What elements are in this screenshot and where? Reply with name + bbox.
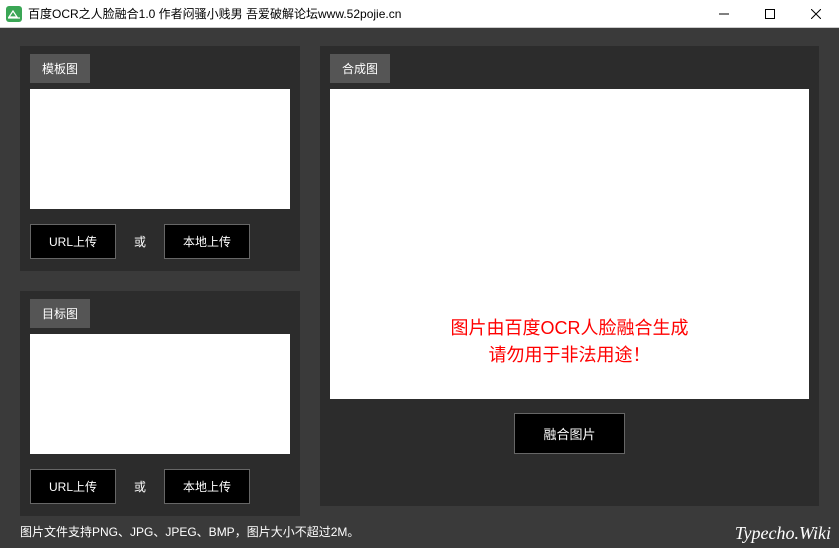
window-titlebar: 百度OCR之人脸融合1.0 作者闷骚小贱男 吾爱破解论坛www.52pojie.… [0,0,839,28]
left-column: 模板图 URL上传 或 本地上传 目标图 URL上传 或 本地上传 [20,46,300,506]
template-preview [30,89,290,209]
watermark: Typecho.Wiki [735,523,831,544]
minimize-button[interactable] [701,0,747,28]
result-text-line2: 请勿用于非法用途！ [489,342,651,369]
window-title: 百度OCR之人脸融合1.0 作者闷骚小贱男 吾爱破解论坛www.52pojie.… [28,5,701,22]
target-preview [30,334,290,454]
template-local-upload-button[interactable]: 本地上传 [164,224,250,259]
close-button[interactable] [793,0,839,28]
result-preview: 图片由百度OCR人脸融合生成 请勿用于非法用途！ [330,89,809,399]
merge-button[interactable]: 融合图片 [514,413,624,454]
result-panel: 合成图 图片由百度OCR人脸融合生成 请勿用于非法用途！ 融合图片 [320,46,819,506]
content-wrap: 模板图 URL上传 或 本地上传 目标图 URL上传 或 本地上传 合成图 [20,46,819,506]
target-panel: 目标图 URL上传 或 本地上传 [20,291,300,516]
template-panel: 模板图 URL上传 或 本地上传 [20,46,300,271]
target-sep-text: 或 [126,478,154,495]
target-url-upload-button[interactable]: URL上传 [30,469,116,504]
target-panel-label: 目标图 [30,299,90,328]
target-local-upload-button[interactable]: 本地上传 [164,469,250,504]
window-controls [701,0,839,28]
result-panel-label: 合成图 [330,54,390,83]
template-url-upload-button[interactable]: URL上传 [30,224,116,259]
template-button-row: URL上传 或 本地上传 [30,224,290,259]
target-button-row: URL上传 或 本地上传 [30,469,290,504]
merge-button-wrap: 融合图片 [320,413,819,454]
footer-hint: 图片文件支持PNG、JPG、JPEG、BMP，图片大小不超过2M。 [20,523,359,540]
result-text-line1: 图片由百度OCR人脸融合生成 [451,315,689,342]
app-body: 模板图 URL上传 或 本地上传 目标图 URL上传 或 本地上传 合成图 [0,28,839,548]
template-panel-label: 模板图 [30,54,90,83]
app-icon [5,5,23,23]
template-sep-text: 或 [126,233,154,250]
maximize-button[interactable] [747,0,793,28]
